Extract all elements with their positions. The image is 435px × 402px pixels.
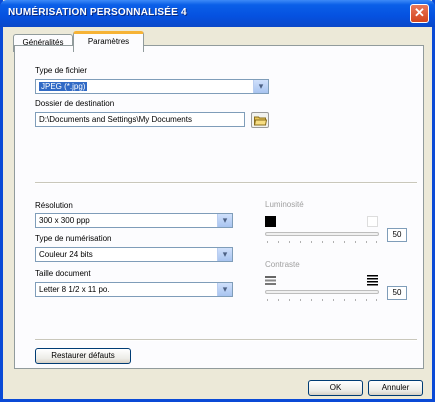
contrast-label: Contraste (265, 260, 300, 269)
light-swatch-icon (367, 216, 378, 227)
scan-type-label: Type de numérisation (35, 234, 112, 243)
tab-parametres-label: Paramètres (87, 37, 130, 46)
chevron-down-icon[interactable]: ▾ (217, 283, 232, 296)
contrast-slider[interactable] (265, 290, 379, 294)
resolution-label: Résolution (35, 201, 73, 210)
doc-size-value: Letter 8 1/2 x 11 po. (39, 285, 110, 294)
browse-folder-button[interactable] (251, 112, 269, 128)
dialog-window: NUMÉRISATION PERSONNALISÉE 4 ✕ Généralit… (0, 0, 435, 402)
chevron-down-icon[interactable]: ▾ (217, 214, 232, 227)
brightness-label: Luminosité (265, 200, 304, 209)
brightness-value[interactable]: 50 (387, 228, 407, 242)
ok-button[interactable]: OK (308, 380, 363, 396)
dark-swatch-icon (265, 216, 276, 227)
chevron-down-icon[interactable]: ▾ (253, 80, 268, 93)
destination-label: Dossier de destination (35, 99, 115, 108)
low-contrast-icon (265, 276, 276, 285)
scan-type-select[interactable]: Couleur 24 bits ▾ (35, 247, 233, 262)
section-divider (35, 182, 417, 184)
brightness-slider[interactable] (265, 232, 379, 236)
destination-field[interactable]: D:\Documents and Settings\My Documents (35, 112, 245, 127)
tab-parametres[interactable]: Paramètres (73, 31, 144, 52)
chevron-down-icon[interactable]: ▾ (217, 248, 232, 261)
folder-icon (254, 116, 267, 126)
resolution-value: 300 x 300 ppp (39, 216, 90, 225)
title-bar[interactable]: NUMÉRISATION PERSONNALISÉE 4 ✕ (0, 0, 435, 27)
close-icon: ✕ (414, 5, 425, 20)
doc-size-label: Taille document (35, 269, 91, 278)
brightness-ticks (267, 241, 377, 244)
close-button[interactable]: ✕ (410, 4, 429, 23)
resolution-select[interactable]: 300 x 300 ppp ▾ (35, 213, 233, 228)
high-contrast-icon (367, 275, 378, 286)
file-type-value: JPEG (*.jpg) (39, 82, 88, 91)
doc-size-select[interactable]: Letter 8 1/2 x 11 po. ▾ (35, 282, 233, 297)
window-title: NUMÉRISATION PERSONNALISÉE 4 (8, 7, 187, 18)
settings-panel: Type de fichier JPEG (*.jpg) ▾ Dossier d… (14, 45, 424, 369)
contrast-ticks (267, 299, 377, 302)
cancel-button[interactable]: Annuler (368, 380, 423, 396)
destination-value: D:\Documents and Settings\My Documents (39, 115, 192, 124)
file-type-label: Type de fichier (35, 66, 88, 75)
restore-defaults-button[interactable]: Restaurer défauts (35, 348, 131, 364)
contrast-value[interactable]: 50 (387, 286, 407, 300)
scan-type-value: Couleur 24 bits (39, 250, 93, 259)
footer-divider (35, 339, 417, 341)
file-type-select[interactable]: JPEG (*.jpg) ▾ (35, 79, 269, 94)
